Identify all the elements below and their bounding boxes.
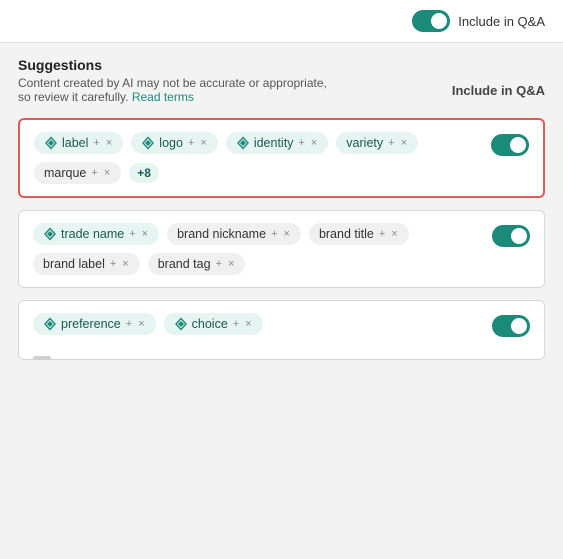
chip-variety: variety + ×	[336, 132, 418, 154]
suggestion-card-1: label + × logo + ×	[18, 118, 545, 198]
chip-brand-title-plus[interactable]: +	[378, 229, 386, 240]
diamond-icon	[43, 317, 57, 331]
top-toggle-label: Include in Q&A	[458, 14, 545, 29]
chip-choice-close[interactable]: ×	[244, 319, 252, 330]
chip-brand-tag-plus[interactable]: +	[215, 259, 223, 270]
card-3-toggle[interactable]	[492, 315, 530, 337]
chip-label-close[interactable]: ×	[105, 138, 113, 149]
chip-brand-title: brand title + ×	[309, 223, 409, 245]
chip-marque-close[interactable]: ×	[103, 168, 111, 179]
chip-identity: identity + ×	[226, 132, 328, 154]
suggestions-desc-row: Content created by AI may not be accurat…	[18, 76, 545, 104]
card-2-content: trade name + × brand nickname + × brand …	[33, 223, 482, 275]
top-include-toggle[interactable]	[412, 10, 450, 32]
suggestion-card-3: preference + × choice + ×	[18, 300, 545, 360]
chip-brand-nickname-close[interactable]: ×	[283, 229, 291, 240]
diamond-icon	[174, 317, 188, 331]
partial-dot	[33, 356, 51, 360]
chip-brand-title-close[interactable]: ×	[390, 229, 398, 240]
diamond-icon	[236, 136, 250, 150]
read-terms-link[interactable]: Read terms	[132, 90, 194, 104]
chip-label: label + ×	[34, 132, 123, 154]
chip-preference: preference + ×	[33, 313, 156, 335]
chip-marque: marque + ×	[34, 162, 121, 184]
partial-row-indicator	[33, 347, 482, 351]
card-2-toggle[interactable]	[492, 225, 530, 247]
chip-trade-name-plus[interactable]: +	[128, 229, 136, 240]
diamond-icon	[44, 136, 58, 150]
chip-choice: choice + ×	[164, 313, 263, 335]
suggestions-title: Suggestions	[18, 57, 545, 73]
chip-label-plus[interactable]: +	[92, 138, 100, 149]
card-3-content: preference + × choice + ×	[33, 313, 482, 351]
chip-preference-close[interactable]: ×	[137, 319, 145, 330]
chip-brand-nickname-plus[interactable]: +	[270, 229, 278, 240]
chip-preference-plus[interactable]: +	[125, 319, 133, 330]
chip-brand-tag: brand tag + ×	[148, 253, 246, 275]
chip-brand-nickname: brand nickname + ×	[167, 223, 301, 245]
chip-choice-plus[interactable]: +	[232, 319, 240, 330]
chip-logo: logo + ×	[131, 132, 218, 154]
cards-area: label + × logo + ×	[18, 118, 545, 360]
more-badge-card1[interactable]: +8	[129, 163, 159, 183]
card-1-content: label + × logo + ×	[34, 132, 481, 184]
suggestions-description: Content created by AI may not be accurat…	[18, 76, 338, 104]
diamond-icon	[141, 136, 155, 150]
card-1-toggle[interactable]	[491, 134, 529, 156]
chip-brand-label-close[interactable]: ×	[121, 259, 129, 270]
top-bar: Include in Q&A	[0, 0, 563, 43]
chip-brand-label-plus[interactable]: +	[109, 259, 117, 270]
chip-trade-name-close[interactable]: ×	[141, 229, 149, 240]
chip-logo-close[interactable]: ×	[199, 138, 207, 149]
chip-brand-tag-close[interactable]: ×	[227, 259, 235, 270]
chip-logo-plus[interactable]: +	[187, 138, 195, 149]
chip-identity-plus[interactable]: +	[297, 138, 305, 149]
chip-identity-close[interactable]: ×	[310, 138, 318, 149]
chip-brand-label: brand label + ×	[33, 253, 140, 275]
suggestion-card-2: trade name + × brand nickname + × brand …	[18, 210, 545, 288]
diamond-icon	[43, 227, 57, 241]
chip-variety-plus[interactable]: +	[387, 138, 395, 149]
top-toggle-wrapper: Include in Q&A	[412, 10, 545, 32]
suggestions-header: Suggestions Content created by AI may no…	[18, 57, 545, 104]
chip-trade-name: trade name + ×	[33, 223, 159, 245]
chip-marque-plus[interactable]: +	[90, 168, 98, 179]
include-in-qa-label: Include in Q&A	[452, 83, 545, 98]
chip-variety-close[interactable]: ×	[400, 138, 408, 149]
main-content: Suggestions Content created by AI may no…	[0, 43, 563, 374]
